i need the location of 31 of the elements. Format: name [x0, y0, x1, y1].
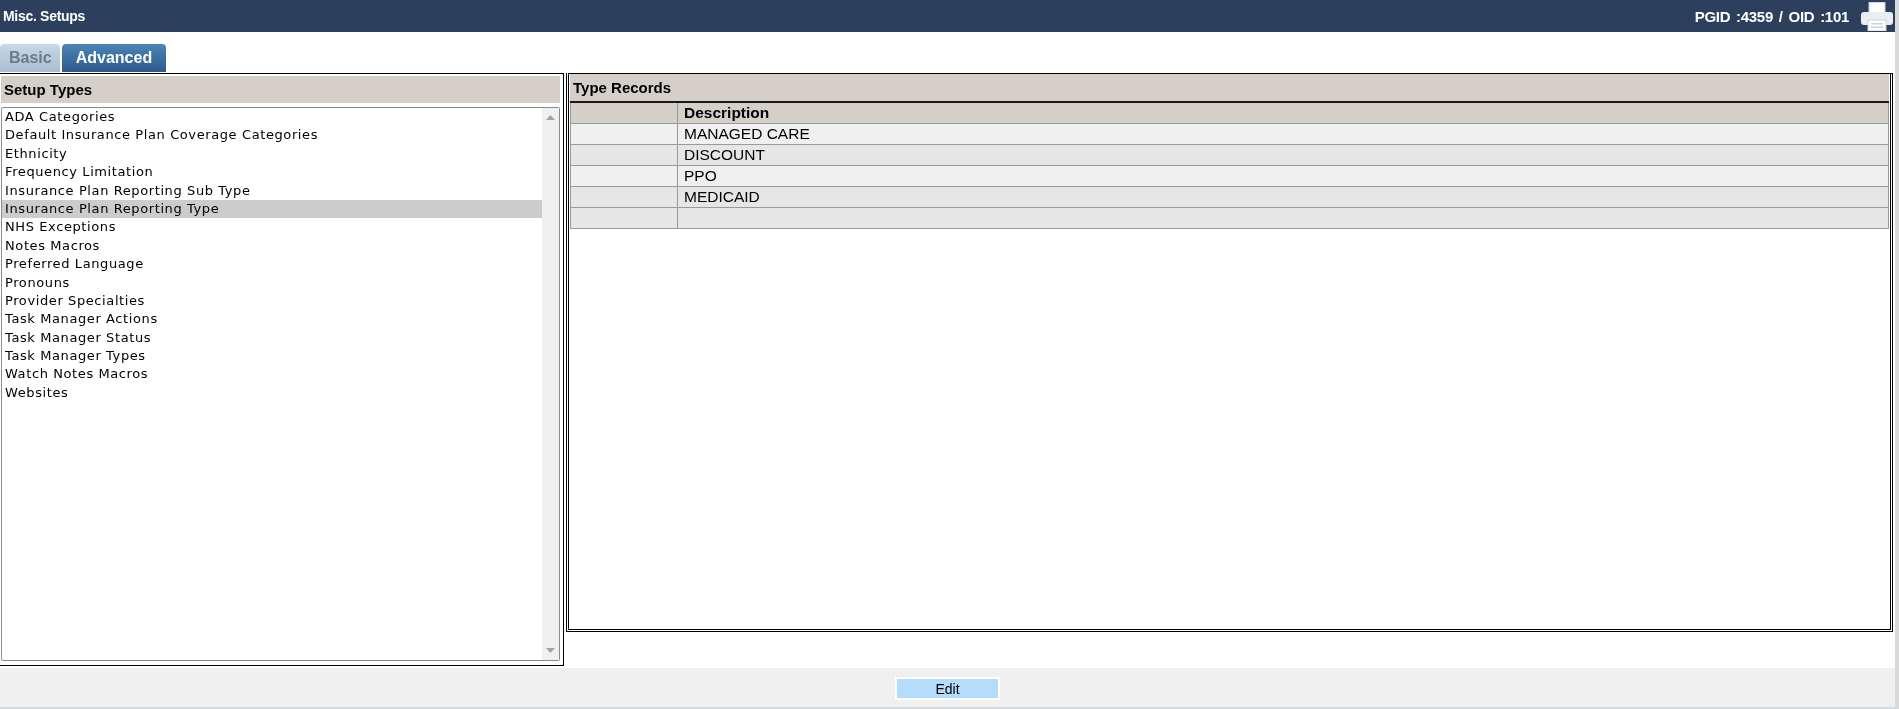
- list-item[interactable]: ADA Categories: [2, 108, 542, 127]
- list-item[interactable]: Watch Notes Macros: [2, 365, 542, 384]
- list-item[interactable]: Insurance Plan Reporting Type: [2, 199, 542, 219]
- list-item[interactable]: NHS Exceptions: [2, 218, 542, 237]
- list-item[interactable]: Default Insurance Plan Coverage Categories: [2, 126, 542, 145]
- printer-icon[interactable]: [1861, 1, 1893, 31]
- list-item[interactable]: Preferred Language: [2, 255, 542, 274]
- list-item[interactable]: Task Manager Types: [2, 347, 542, 366]
- list-item[interactable]: Notes Macros: [2, 236, 542, 256]
- list-item[interactable]: Task Manager Status: [2, 328, 542, 348]
- table-cell: PPO: [677, 165, 1889, 187]
- list-item[interactable]: Ethnicity: [2, 144, 542, 164]
- list-item[interactable]: Websites: [2, 383, 542, 403]
- scrollbar[interactable]: [542, 108, 559, 660]
- list-item[interactable]: Task Manager Actions: [2, 310, 542, 329]
- panel-heading: Type Records: [570, 74, 1889, 101]
- list-item[interactable]: Provider Specialties: [2, 291, 542, 311]
- table-cell: MEDICAID: [677, 186, 1889, 208]
- table-cell: DISCOUNT: [677, 144, 1889, 166]
- page-title: Misc. Setups: [3, 8, 85, 24]
- scroll-up-icon[interactable]: [546, 115, 555, 120]
- scroll-down-icon[interactable]: [546, 648, 555, 653]
- edit-button[interactable]: Edit: [895, 677, 1000, 700]
- list-item[interactable]: Frequency Limitation: [2, 163, 542, 182]
- table-cell: MANAGED CARE: [677, 123, 1889, 145]
- panel-heading: Setup Types: [1, 76, 560, 103]
- list-item[interactable]: Insurance Plan Reporting Sub Type: [2, 181, 542, 200]
- id-label: PGID :4359 / OID :101: [1694, 7, 1849, 25]
- tab[interactable]: Advanced: [61, 44, 167, 72]
- column-header: Description: [677, 102, 1889, 124]
- list-item[interactable]: Pronouns: [2, 273, 542, 292]
